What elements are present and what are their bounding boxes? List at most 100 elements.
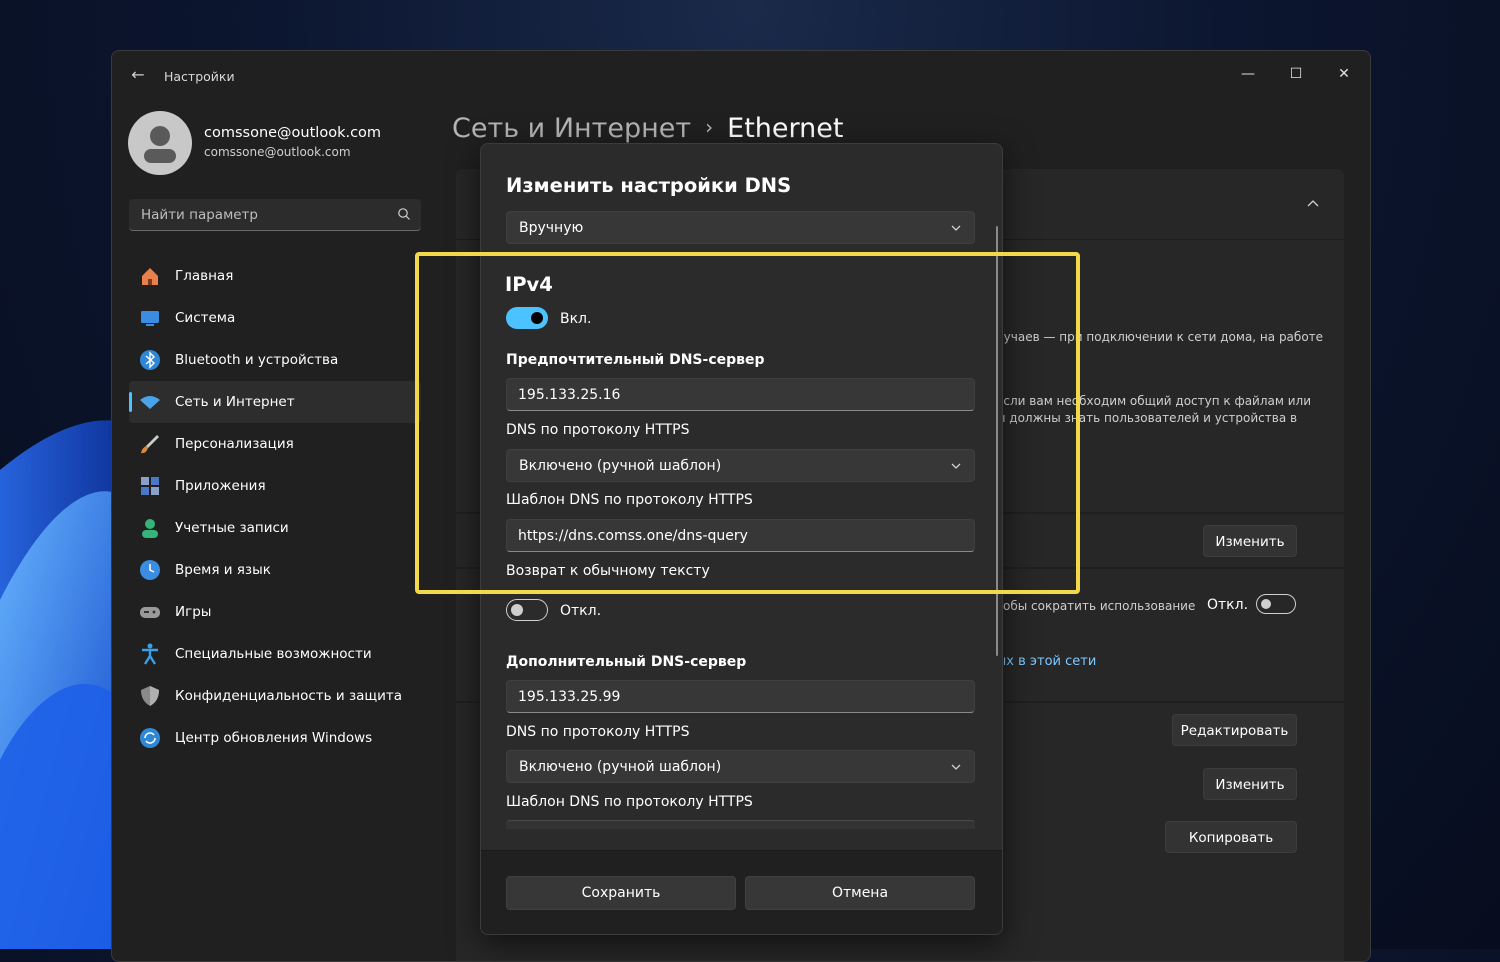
chevron-up-icon[interactable] [1306,199,1320,209]
sidebar-item-label: Система [175,310,236,326]
breadcrumb-separator: › [705,115,714,139]
ipv4-toggle[interactable] [506,307,548,329]
bluetooth-icon [139,349,161,371]
update-icon [139,727,161,749]
doh2-select[interactable]: Включено (ручной шаблон) [506,750,975,783]
doh-select[interactable]: Включено (ручной шаблон) [506,449,975,482]
change-button[interactable]: Изменить [1203,525,1297,557]
user-avatar-icon [144,126,176,163]
sidebar-item-label: Специальные возможности [175,646,372,662]
background-text: лучаев — при подключении к сети дома, на… [996,330,1324,344]
edit-button[interactable]: Редактировать [1172,714,1297,746]
doh-template-value: https://dns.comss.one/dns-query [518,528,748,544]
doh-template-input[interactable]: https://dns.comss.one/dns-query [506,519,975,552]
avatar[interactable] [128,111,192,175]
apps-icon [139,475,161,497]
sidebar-item-label: Bluetooth и устройства [175,352,339,368]
sidebar-item[interactable]: Bluetooth и устройства [129,339,421,381]
sidebar-item[interactable]: Персонализация [129,423,421,465]
chevron-down-icon [951,463,961,469]
metered-toggle-label: Откл. [1207,597,1249,613]
change-button[interactable]: Изменить [1203,768,1297,800]
dns-mode-select[interactable]: Вручную [506,211,975,244]
breadcrumb-parent[interactable]: Сеть и Интернет [452,113,691,144]
shield-icon [139,685,161,707]
gamepad-icon [139,601,161,623]
doh2-template-input[interactable] [506,820,975,829]
chevron-down-icon [951,225,961,231]
save-button[interactable]: Сохранить [506,876,736,910]
background-text: если вам необходим общий доступ к файлам… [996,394,1312,408]
dialog-footer: Сохранить Отмена [481,850,1002,934]
sidebar-item-label: Конфиденциальность и защита [175,688,403,704]
app-title: Настройки [164,69,235,84]
accounts-icon [139,517,161,539]
alternate-dns-input[interactable]: 195.133.25.99 [506,680,975,713]
title-bar: ← Настройки — ☐ ✕ [112,51,1370,99]
dns-settings-dialog: Изменить настройки DNS Вручную IPv4 Вкл.… [480,143,1003,935]
fallback-toggle[interactable] [506,599,548,621]
time-language-icon [139,559,161,581]
sidebar-item-label: Персонализация [175,436,294,452]
search-placeholder: Найти параметр [141,207,258,223]
profile-name: comssone@outlook.com [204,125,382,141]
sidebar-item[interactable]: Время и язык [129,549,421,591]
sidebar-item[interactable]: Специальные возможности [129,633,421,675]
background-text: ы должны знать пользователей и устройств… [996,411,1298,425]
sidebar-item[interactable]: Главная [129,255,421,297]
preferred-dns-input[interactable]: 195.133.25.16 [506,378,975,411]
sidebar-item-label: Игры [175,604,212,620]
sidebar-item[interactable]: Приложения [129,465,421,507]
dialog-title: Изменить настройки DNS [506,174,792,197]
metered-connection-toggle[interactable] [1256,594,1296,614]
page-title: Ethernet [727,113,844,144]
sidebar-nav: Главная Система Bluetooth и устройства Сеть… [129,255,421,759]
doh2-label: DNS по протоколу HTTPS [506,724,690,740]
ipv4-title: IPv4 [505,273,553,296]
dialog-scrollbar[interactable] [996,226,998,656]
profile-email: comssone@outlook.com [204,145,351,159]
sidebar-item-label: Сеть и Интернет [175,394,295,410]
preferred-dns-label: Предпочтительный DNS-сервер [506,352,765,368]
fallback-label: Возврат к обычному тексту [506,563,710,579]
sidebar-item[interactable]: Учетные записи [129,507,421,549]
doh-template-label: Шаблон DNS по протоколу HTTPS [506,492,753,508]
breadcrumb: Сеть и Интернет › Ethernet [452,113,843,144]
background-text: тобы сократить использование [996,599,1196,613]
sidebar-item[interactable]: Конфиденциальность и защита [129,675,421,717]
data-limit-link[interactable]: ых в этой сети [996,654,1096,669]
ipv4-toggle-label: Вкл. [560,311,592,327]
system-icon [139,307,161,329]
sidebar-item-label: Главная [175,268,234,284]
close-button[interactable]: ✕ [1321,59,1367,89]
home-icon [139,265,161,287]
sidebar-item-label: Центр обновления Windows [175,730,373,746]
sidebar-item[interactable]: Сеть и Интернет [129,381,421,423]
sidebar-item[interactable]: Центр обновления Windows [129,717,421,759]
minimize-button[interactable]: — [1225,59,1271,89]
doh-label: DNS по протоколу HTTPS [506,422,690,438]
doh2-value: Включено (ручной шаблон) [519,759,722,775]
sidebar-item-label: Время и язык [175,562,271,578]
accessibility-icon [139,643,161,665]
fallback-toggle-label: Откл. [560,603,602,619]
alternate-dns-label: Дополнительный DNS-сервер [506,654,747,670]
sidebar-item[interactable]: Система [129,297,421,339]
sidebar-item[interactable]: Игры [129,591,421,633]
brush-icon [139,433,161,455]
alternate-dns-value: 195.133.25.99 [518,689,621,705]
doh-value: Включено (ручной шаблон) [519,458,722,474]
sidebar-item-label: Учетные записи [175,520,289,536]
preferred-dns-value: 195.133.25.16 [518,387,621,403]
maximize-button[interactable]: ☐ [1273,59,1319,89]
back-arrow-icon[interactable]: ← [128,65,148,85]
chevron-down-icon [951,764,961,770]
dns-mode-value: Вручную [519,220,584,236]
copy-button[interactable]: Копировать [1165,821,1297,853]
wifi-icon [139,391,161,413]
doh2-template-label: Шаблон DNS по протоколу HTTPS [506,794,753,810]
search-input[interactable]: Найти параметр [129,199,421,231]
sidebar-item-label: Приложения [175,478,266,494]
search-icon [398,208,410,220]
cancel-button[interactable]: Отмена [745,876,975,910]
